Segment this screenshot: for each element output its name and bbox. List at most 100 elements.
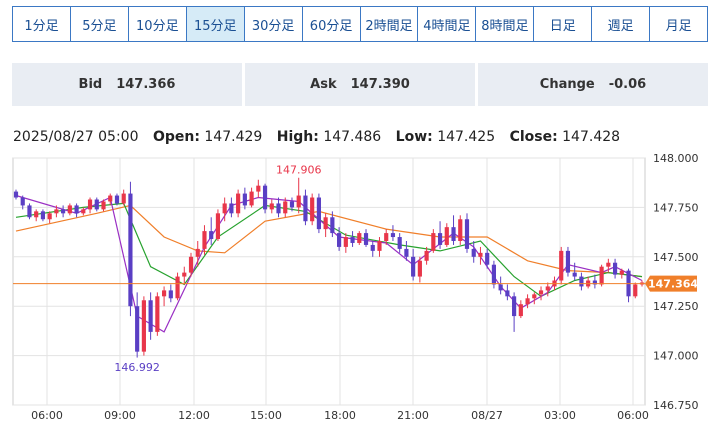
tab-timeframe[interactable]: 30分足 — [245, 7, 303, 41]
candle-body — [464, 219, 470, 249]
candle-body — [74, 205, 79, 214]
tab-timeframe[interactable]: 4時間足 — [418, 7, 477, 41]
candle-body — [310, 197, 315, 222]
candle-body — [236, 193, 241, 214]
candle-body — [498, 284, 503, 291]
ask-box: Ask 147.390 — [245, 63, 475, 106]
tab-timeframe[interactable]: 5分足 — [71, 7, 129, 41]
tab-timeframe[interactable]: 週足 — [592, 7, 651, 41]
candle-body — [215, 213, 221, 240]
timeframe-tabs: 1分足 5分足 10分足 15分足 30分足 60分足 2時間足 4時間足 8時間足 日足 週足 月足 — [12, 6, 708, 42]
candle-body — [202, 231, 207, 249]
plot-area — [12, 157, 646, 406]
current-price-label: 147.364 — [648, 278, 698, 291]
candle-body — [572, 272, 577, 277]
candle-body — [249, 191, 254, 206]
candle-body — [606, 262, 611, 267]
candle-body — [135, 306, 140, 352]
candle-body — [289, 201, 295, 208]
low-annotation: 146.992 — [114, 361, 160, 374]
candle-body — [518, 304, 523, 317]
candle-body — [491, 264, 497, 285]
candle-body — [54, 209, 59, 214]
tab-timeframe[interactable]: 8時間足 — [476, 7, 535, 41]
tab-timeframe[interactable]: 15分足 — [186, 7, 245, 41]
close-label: Close: — [509, 129, 558, 145]
candle-body — [108, 195, 113, 202]
candle-body — [538, 290, 544, 295]
change-box: Change -0.06 — [478, 63, 708, 106]
y-tick-label: 147.750 — [653, 201, 699, 214]
candle-body — [633, 284, 638, 297]
tab-timeframe[interactable]: 10分足 — [129, 7, 187, 41]
change-value: -0.06 — [608, 77, 647, 92]
ohlc-datetime: 2025/08/27 05:00 — [13, 129, 139, 145]
x-tick-label: 03:00 — [544, 409, 576, 422]
candle-body — [350, 237, 355, 243]
candle-body — [545, 286, 550, 291]
tab-timeframe[interactable]: 月足 — [650, 7, 707, 41]
change-label: Change — [539, 77, 595, 92]
candle-body — [323, 217, 328, 230]
open-label: Open: — [152, 129, 200, 145]
candle-body — [397, 237, 402, 249]
ask-value: 147.390 — [350, 77, 410, 92]
ohlc-readout: 2025/08/27 05:00 Open: 147.429 High: 147… — [13, 129, 620, 145]
candle-body — [148, 300, 153, 332]
candle-body — [485, 252, 490, 265]
candle-body — [188, 256, 194, 273]
candle-body — [579, 276, 584, 287]
candle-body — [155, 296, 160, 332]
candle-body — [40, 211, 46, 220]
candle-body — [229, 203, 234, 214]
tab-timeframe[interactable]: 60分足 — [303, 7, 361, 41]
candle-body — [390, 233, 396, 238]
candle-body — [296, 195, 301, 208]
candle-body — [195, 248, 200, 257]
candle-body — [256, 185, 261, 192]
candle-body — [141, 300, 146, 352]
candle-body — [478, 252, 483, 257]
candle-body — [532, 294, 537, 299]
y-tick-label: 147.000 — [653, 350, 699, 363]
tab-timeframe[interactable]: 日足 — [534, 7, 593, 41]
close-value: 147.428 — [562, 129, 621, 145]
bid-value: 147.366 — [116, 77, 176, 92]
candle-body — [27, 205, 32, 218]
high-label: High: — [276, 129, 319, 145]
candle-body — [337, 233, 342, 247]
y-tick-label: 147.500 — [653, 251, 699, 264]
candle-body — [458, 219, 463, 241]
candle-body — [47, 213, 52, 220]
candle-body — [87, 199, 93, 210]
low-value: 147.425 — [437, 129, 496, 145]
tab-timeframe[interactable]: 2時間足 — [361, 7, 419, 41]
x-tick-label: 12:00 — [178, 409, 210, 422]
candle-body — [262, 185, 268, 210]
tab-timeframe[interactable]: 1分足 — [13, 7, 71, 41]
candle-body — [444, 227, 449, 245]
candle-body — [330, 217, 335, 234]
candle-body — [81, 209, 86, 214]
candle-body — [343, 237, 348, 247]
candle-body — [316, 197, 321, 230]
candle-body — [13, 191, 19, 198]
candle-body — [565, 250, 571, 273]
price-chart[interactable]: 148.000 147.750 147.500 147.250 147.000 146.7… — [0, 150, 720, 427]
candle-body — [451, 227, 456, 241]
candle-body — [34, 211, 39, 218]
candle-body — [175, 276, 180, 299]
x-tick-label: 15:00 — [250, 409, 282, 422]
low-label: Low: — [395, 129, 433, 145]
candle-body — [505, 290, 510, 297]
candle-body — [363, 233, 369, 245]
candle-body — [471, 248, 476, 257]
candle-body — [599, 266, 604, 285]
candle-body — [94, 199, 99, 210]
candle-body — [168, 290, 173, 299]
candle-body — [283, 201, 288, 214]
candle-body — [161, 290, 167, 297]
candle-body — [67, 205, 72, 214]
x-tick-label: 18:00 — [324, 409, 356, 422]
candle-body — [512, 296, 517, 317]
